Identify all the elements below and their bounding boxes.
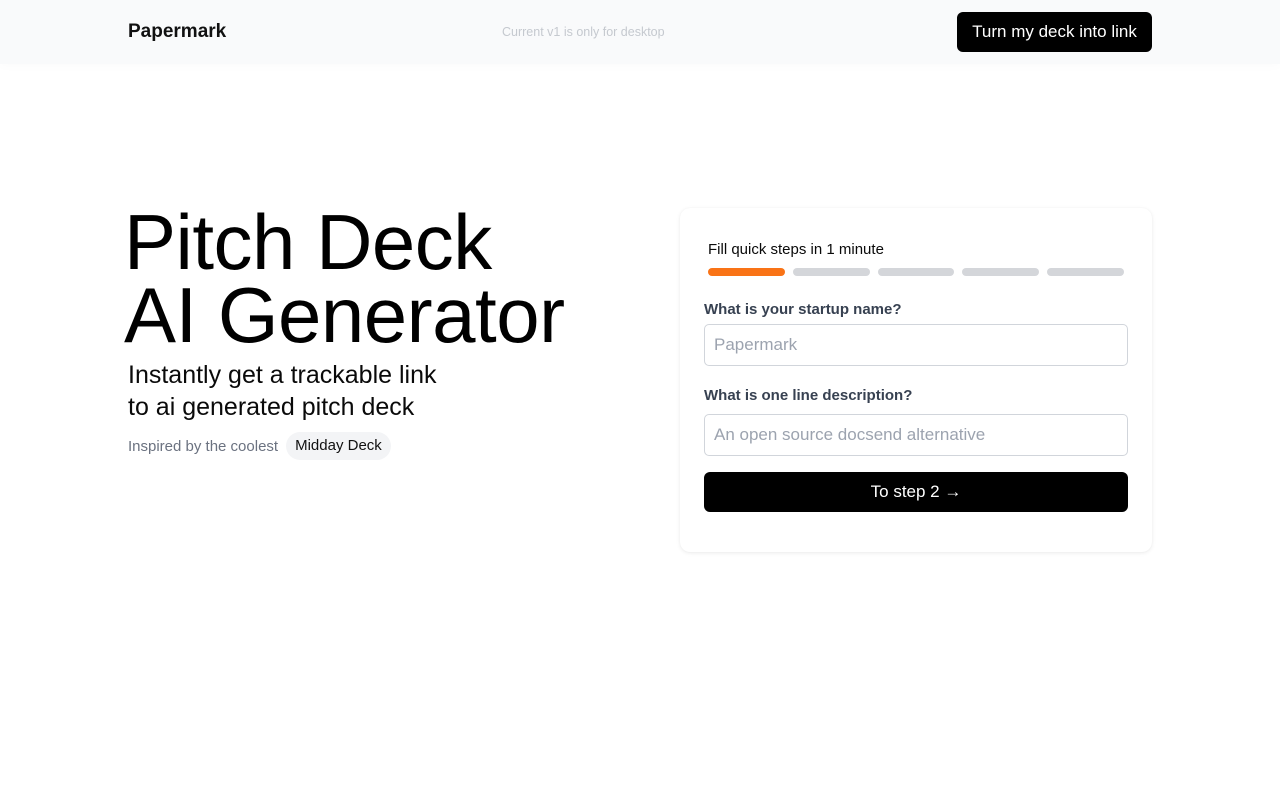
steps-label: Fill quick steps in 1 minute <box>708 241 884 258</box>
description-label: What is one line description? <box>704 387 913 404</box>
page-subtitle-line-1: Instantly get a trackable link <box>128 361 437 389</box>
startup-name-label: What is your startup name? <box>704 301 902 318</box>
brand-logo[interactable]: Papermark <box>128 20 226 44</box>
page-subtitle: Instantly get a trackable link to ai gen… <box>128 359 437 423</box>
inspiration-row: Inspired by the coolest Midday Deck <box>128 432 391 460</box>
step-indicator-1 <box>708 268 785 276</box>
step-indicator-3 <box>877 268 955 276</box>
turn-deck-into-link-button[interactable]: Turn my deck into link <box>957 12 1152 52</box>
page-title-line-2: AI Generator <box>124 271 565 359</box>
step-progress <box>708 268 1124 276</box>
step-indicator-5 <box>1047 268 1124 276</box>
next-step-button[interactable]: To step 2 → <box>704 472 1128 512</box>
startup-name-input[interactable] <box>704 324 1128 366</box>
inspired-text: Inspired by the coolest <box>128 437 279 455</box>
desktop-notice: Current v1 is only for desktop <box>502 25 665 39</box>
page-title-line-1: Pitch Deck <box>124 198 492 286</box>
step-indicator-2 <box>792 268 870 276</box>
top-header: Papermark Current v1 is only for desktop… <box>0 0 1280 64</box>
description-input[interactable] <box>704 414 1128 456</box>
midday-deck-link[interactable]: Midday Deck <box>286 432 391 460</box>
page-subtitle-line-2: to ai generated pitch deck <box>128 393 415 421</box>
step-indicator-4 <box>962 268 1040 276</box>
step-form-card: Fill quick steps in 1 minute What is you… <box>680 208 1152 552</box>
page-title: Pitch Deck AI Generator <box>124 198 565 359</box>
